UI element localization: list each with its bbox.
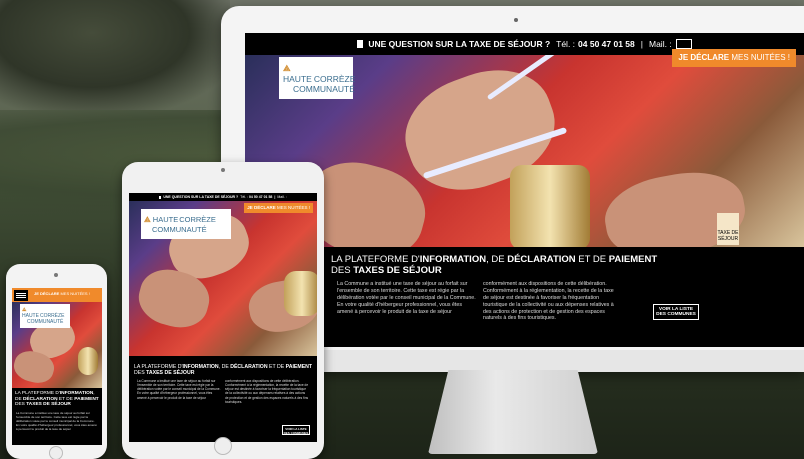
- phone-icon: [159, 195, 162, 199]
- camera-icon: [54, 273, 58, 277]
- communes-list-button[interactable]: VOIR LA LISTE DES COMMUNES: [653, 304, 699, 320]
- camera-icon: [221, 168, 225, 172]
- question-label: UNE QUESTION SUR LA TAXE DE SÉJOUR ?: [368, 39, 551, 49]
- page-title: LA PLATEFORME D'INFORMATION, DE DÉCLARAT…: [331, 254, 658, 276]
- description-col1: La Commune a institué une taxe de séjour…: [337, 281, 476, 315]
- page-title: LA PLATEFORME D'INFORMATION, DE DÉCLARAT…: [15, 391, 99, 408]
- taxe-sejour-badge[interactable]: TAXE DE SÉJOUR: [717, 213, 739, 245]
- camera-icon: [514, 18, 518, 22]
- ipad-device: UNE QUESTION SUR LA TAXE DE SÉJOUR ? Tél…: [122, 162, 324, 459]
- top-bar: UNE QUESTION SUR LA TAXE DE SÉJOUR ? Tél…: [129, 193, 317, 201]
- phone-icon: [357, 40, 364, 48]
- site-logo[interactable]: ⟁ HAUTECORRÈZE COMMUNAUTÉ: [20, 304, 70, 328]
- site-logo[interactable]: ⟁ HAUTECORRÈZE COMMUNAUTÉ: [279, 57, 355, 99]
- ipad-screen: UNE QUESTION SUR LA TAXE DE SÉJOUR ? Tél…: [129, 193, 317, 442]
- communes-list-button[interactable]: VOIR LA LISTE DES COMMUNES: [282, 425, 310, 435]
- declare-button[interactable]: JE DÉCLARE MES NUITÉES !: [672, 49, 796, 67]
- iphone-device: JE DÉCLARE MES NUITÉES ! ⟁ HAUTECORRÈZE …: [6, 264, 107, 459]
- site-logo[interactable]: ⟁ HAUTECORRÈZE COMMUNAUTÉ: [141, 209, 231, 239]
- page-title: LA PLATEFORME D'INFORMATION, DE DÉCLARAT…: [134, 364, 313, 377]
- home-button: [49, 446, 63, 459]
- iphone-screen: JE DÉCLARE MES NUITÉES ! ⟁ HAUTECORRÈZE …: [12, 288, 102, 445]
- info-section: LA PLATEFORME D'INFORMATION, DE DÉCLARAT…: [245, 247, 804, 347]
- logo-icon: ⟁: [283, 62, 291, 73]
- info-section: LA PLATEFORME D'INFORMATION, DE DÉCLARAT…: [12, 388, 102, 445]
- imac-stand: [428, 370, 598, 454]
- tel-value[interactable]: 04 50 47 01 58: [578, 39, 635, 49]
- mail-icon[interactable]: [675, 39, 692, 49]
- home-button: [214, 437, 232, 455]
- background-trees: [0, 0, 230, 110]
- info-section: LA PLATEFORME D'INFORMATION, DE DÉCLARAT…: [129, 356, 317, 442]
- menu-icon[interactable]: [14, 290, 28, 301]
- declare-button[interactable]: JE DÉCLARE MES NUITÉES !: [34, 291, 90, 296]
- imac-screen: UNE QUESTION SUR LA TAXE DE SÉJOUR ? Tél…: [245, 33, 804, 347]
- declare-button[interactable]: JE DÉCLARE MES NUITÉES !: [244, 203, 313, 213]
- tel-label: Tél. :: [556, 39, 576, 49]
- mail-label: Mail. :: [649, 39, 672, 49]
- description-col2: conformément aux dispositions de cette d…: [483, 281, 614, 322]
